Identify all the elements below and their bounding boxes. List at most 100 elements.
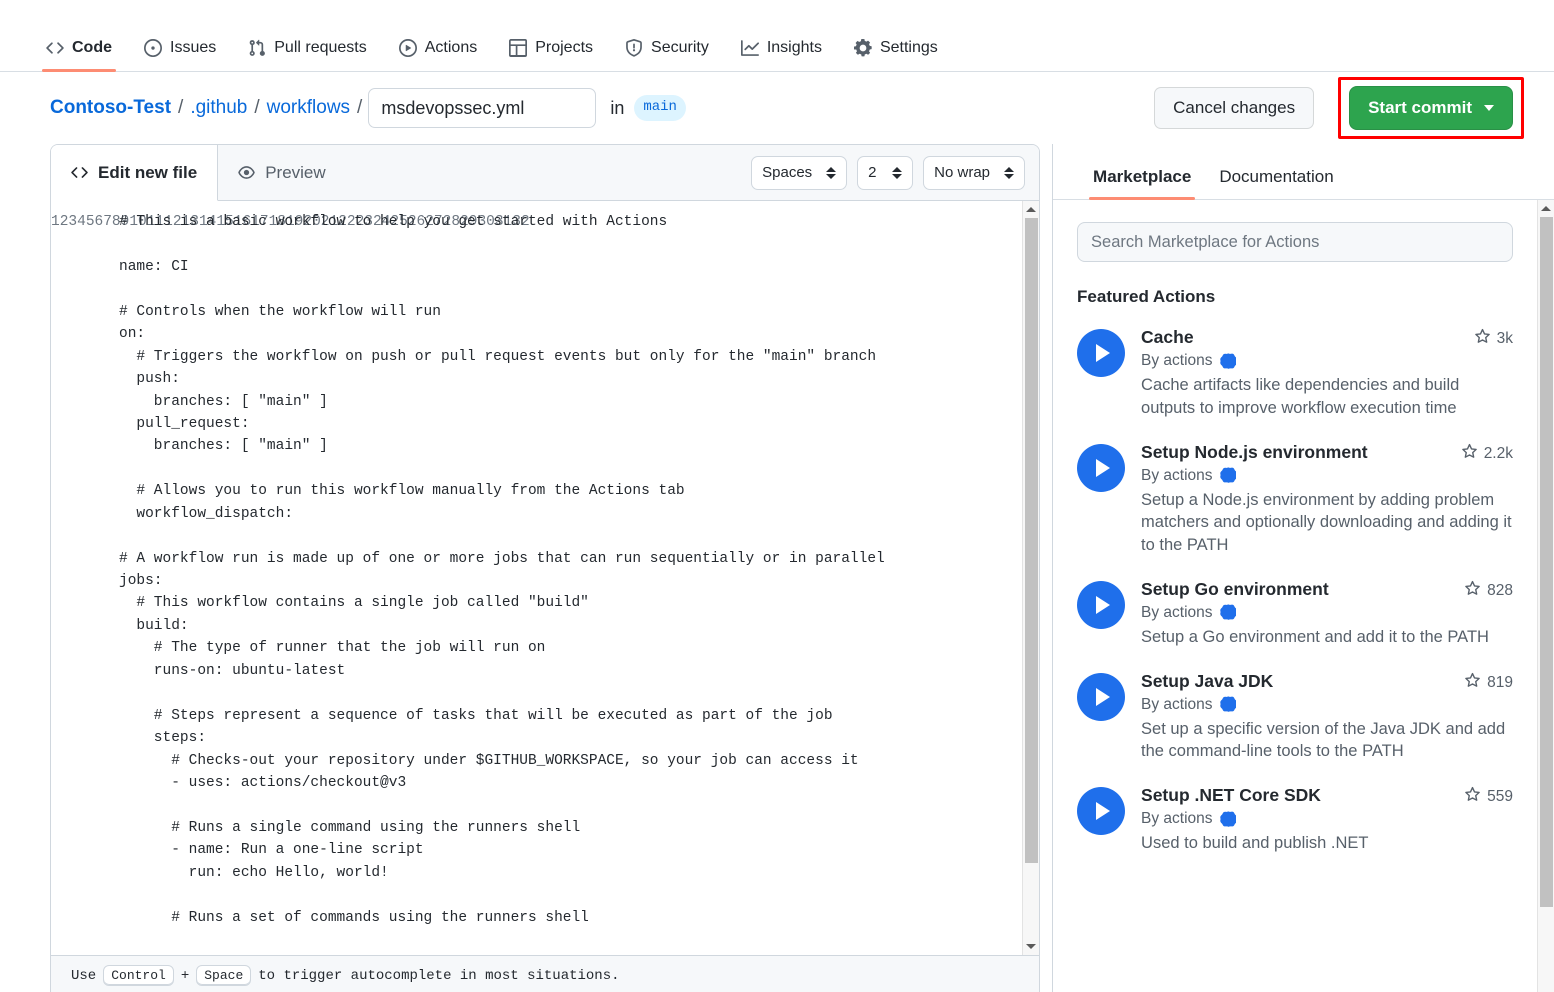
action-name[interactable]: Cache: [1141, 327, 1466, 349]
action-author: By actions: [1141, 604, 1513, 622]
nav-label-settings: Settings: [880, 40, 938, 56]
filename-input[interactable]: [368, 88, 596, 128]
marketplace-action-item[interactable]: Setup .NET Core SDK559By actionsUsed to …: [1077, 779, 1513, 871]
start-commit-button[interactable]: Start commit: [1349, 86, 1513, 130]
verified-badge-icon: [1219, 811, 1236, 828]
action-name[interactable]: Setup Go environment: [1141, 579, 1456, 601]
editor-tools: Spaces 2 No wrap: [751, 145, 1039, 200]
in-label: in: [610, 98, 624, 119]
marketplace-action-item[interactable]: Cache3kBy actionsCache artifacts like de…: [1077, 321, 1513, 436]
action-details: Setup Node.js environment2.2k By actions S…: [1141, 442, 1513, 557]
nav-item-issues[interactable]: Issues: [128, 39, 232, 71]
tab-edit-new-file[interactable]: Edit new file: [51, 145, 218, 201]
code-line: [119, 233, 1022, 255]
nav-item-settings[interactable]: Settings: [838, 39, 954, 71]
scrollbar-thumb[interactable]: [1540, 217, 1553, 907]
star-count-value: 828: [1487, 582, 1513, 600]
nav-item-actions[interactable]: Actions: [383, 39, 493, 71]
marketplace-action-item[interactable]: Setup Go environment828By actionsSetup a…: [1077, 573, 1513, 665]
action-star-count: 2.2k: [1453, 442, 1513, 465]
code-line: # This workflow contains a single job ca…: [119, 592, 1022, 614]
tab-label-edit-new-file: Edit new file: [98, 163, 197, 183]
code-line: workflow_dispatch:: [119, 503, 1022, 525]
action-author: By actions: [1141, 696, 1513, 714]
action-details: Setup .NET Core SDK559By actionsUsed to …: [1141, 785, 1513, 855]
chevron-down-icon: [1484, 105, 1494, 111]
scrollbar-thumb[interactable]: [1025, 218, 1038, 863]
code-text[interactable]: # This is a basic workflow to help you g…: [109, 211, 1022, 955]
code-line: [119, 682, 1022, 704]
scroll-up-arrow-icon[interactable]: [1023, 201, 1040, 218]
code-editor-area[interactable]: 1234567891011121314151617181920212223242…: [51, 201, 1039, 955]
table-icon: [509, 39, 527, 57]
action-star-count: 828: [1456, 579, 1513, 602]
featured-actions-heading: Featured Actions: [1077, 287, 1513, 307]
action-author-label: By actions: [1141, 604, 1213, 622]
action-play-icon: [1077, 787, 1125, 835]
verified-badge-icon: [1219, 604, 1236, 621]
scroll-up-arrow-icon[interactable]: [1538, 200, 1554, 217]
action-description: Cache artifacts like dependencies and bu…: [1141, 374, 1513, 420]
tab-marketplace[interactable]: Marketplace: [1079, 167, 1205, 199]
nav-item-pull-requests[interactable]: Pull requests: [232, 39, 383, 71]
nav-label-security: Security: [651, 40, 709, 56]
code-line: branches: [ "main" ]: [119, 435, 1022, 457]
line-number: 4: [77, 214, 86, 230]
search-marketplace-input[interactable]: [1077, 222, 1513, 262]
breadcrumb-folder-workflows[interactable]: workflows: [267, 97, 350, 119]
breadcrumb-folder-github[interactable]: .github: [190, 97, 247, 119]
action-header: Setup Java JDK 819: [1141, 671, 1513, 694]
action-header: Setup .NET Core SDK559: [1141, 785, 1513, 808]
action-name[interactable]: Setup .NET Core SDK: [1141, 785, 1456, 807]
code-line: [119, 884, 1022, 906]
breadcrumb-separator-1: /: [178, 97, 183, 119]
action-author: By actions: [1141, 467, 1513, 485]
code-line: [119, 458, 1022, 480]
hint-use-label: Use: [71, 968, 96, 984]
action-description: Setup a Node.js environment by adding pr…: [1141, 489, 1513, 557]
star-count-value: 819: [1487, 674, 1513, 692]
action-play-icon: [1077, 329, 1125, 377]
wrap-mode-select[interactable]: No wrap: [923, 156, 1025, 190]
code-line: on:: [119, 323, 1022, 345]
main-content: Edit new file Preview Spaces 2 No wra: [0, 144, 1554, 992]
marketplace-action-item[interactable]: Setup Node.js environment2.2k By actions S…: [1077, 436, 1513, 573]
marketplace-sidebar: Marketplace Documentation Featured Actio…: [1052, 144, 1554, 992]
indent-mode-select[interactable]: Spaces: [751, 156, 847, 190]
code-line: # The type of runner that the job will r…: [119, 637, 1022, 659]
code-line: - name: Run a one-line script: [119, 839, 1022, 861]
action-name[interactable]: Setup Java JDK: [1141, 671, 1456, 693]
star-icon: [1461, 443, 1478, 465]
code-line: pull_request:: [119, 413, 1022, 435]
star-icon: [1464, 786, 1481, 808]
indent-size-select[interactable]: 2: [857, 156, 913, 190]
nav-item-insights[interactable]: Insights: [725, 39, 838, 71]
cancel-changes-button[interactable]: Cancel changes: [1154, 87, 1314, 129]
action-name[interactable]: Setup Node.js environment: [1141, 442, 1453, 464]
verified-badge-icon: [1219, 696, 1236, 713]
nav-label-issues: Issues: [170, 40, 216, 56]
nav-item-code[interactable]: Code: [30, 39, 128, 71]
action-description: Used to build and publish .NET: [1141, 832, 1513, 855]
sidebar-vertical-scrollbar[interactable]: [1537, 200, 1554, 992]
action-play-icon: [1077, 581, 1125, 629]
action-details: Setup Go environment828By actionsSetup a…: [1141, 579, 1513, 649]
code-icon: [46, 39, 64, 57]
code-line: steps:: [119, 727, 1022, 749]
marketplace-action-item[interactable]: Setup Java JDK819By actionsSet up a spec…: [1077, 665, 1513, 780]
code-line: # This is a basic workflow to help you g…: [119, 211, 1022, 233]
scroll-down-arrow-icon[interactable]: [1023, 938, 1040, 955]
tab-documentation[interactable]: Documentation: [1205, 167, 1347, 199]
nav-item-security[interactable]: Security: [609, 39, 725, 71]
code-line: runs-on: ubuntu-latest: [119, 660, 1022, 682]
breadcrumb-repo[interactable]: Contoso-Test: [50, 97, 171, 119]
star-icon: [1464, 580, 1481, 602]
code-line: # Runs a single command using the runner…: [119, 817, 1022, 839]
tab-preview[interactable]: Preview: [218, 145, 346, 200]
code-line: # Checks-out your repository under $GITH…: [119, 750, 1022, 772]
sort-arrows-icon: [892, 167, 902, 179]
key-control: Control: [103, 965, 174, 986]
nav-item-projects[interactable]: Projects: [493, 39, 609, 71]
editor-vertical-scrollbar[interactable]: [1022, 201, 1039, 955]
action-star-count: 819: [1456, 671, 1513, 694]
